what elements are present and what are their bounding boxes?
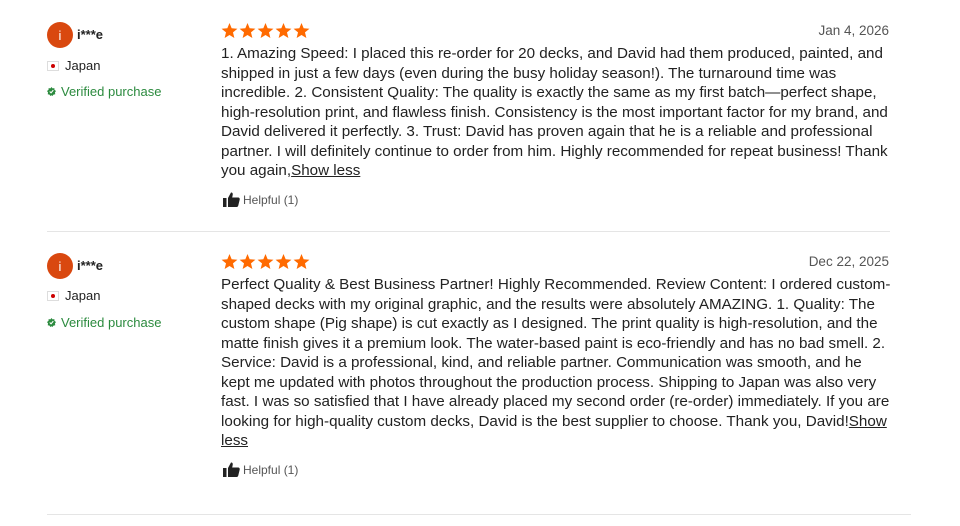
avatar: i: [47, 22, 73, 48]
reviewer-name: i***e: [77, 258, 104, 273]
japan-flag-icon: [47, 60, 59, 71]
reviewer-country: Japan: [47, 58, 100, 73]
japan-flag-icon: [47, 290, 59, 301]
star-icon: [221, 23, 238, 39]
verified-label: Verified purchase: [61, 84, 162, 99]
star-icon: [293, 254, 310, 270]
star-icon: [239, 254, 256, 270]
review-text: 1. Amazing Speed: I placed this re-order…: [221, 44, 891, 181]
verified-label: Verified purchase: [61, 315, 162, 330]
helpful-button[interactable]: Helpful (1): [223, 192, 298, 207]
country-label: Japan: [65, 288, 101, 303]
helpful-label: Helpful (1): [243, 462, 299, 477]
star-icon: [293, 23, 310, 39]
country-label: Japan: [65, 58, 101, 73]
verified-purchase-badge: Verified purchase: [47, 84, 161, 99]
thumbs-up-icon: [223, 192, 240, 207]
show-less-link[interactable]: Show less: [291, 162, 360, 179]
verified-icon: [47, 318, 56, 327]
review-text: Perfect Quality & Best Business Partner!…: [221, 275, 891, 451]
review-date: Dec 22, 2025: [808, 254, 889, 269]
avatar: i: [47, 253, 73, 279]
helpful-button[interactable]: Helpful (1): [223, 462, 298, 477]
review-body: 1. Amazing Speed: I placed this re-order…: [221, 45, 888, 179]
review-date: Jan 4, 2026: [818, 23, 889, 38]
verified-icon: [47, 87, 56, 96]
verified-purchase-badge: Verified purchase: [47, 315, 161, 330]
star-icon: [275, 254, 292, 270]
star-icon: [221, 254, 238, 270]
reviewer-country: Japan: [47, 288, 100, 303]
star-icon: [275, 23, 292, 39]
reviewer-name: i***e: [77, 27, 104, 42]
star-rating: [221, 23, 310, 39]
star-rating: [221, 254, 310, 270]
star-icon: [257, 254, 274, 270]
review-divider: [47, 514, 911, 515]
star-icon: [257, 23, 274, 39]
thumbs-up-icon: [223, 462, 240, 477]
star-icon: [239, 23, 256, 39]
review-divider: [47, 231, 890, 232]
review-body: Perfect Quality & Best Business Partner!…: [221, 276, 891, 430]
helpful-label: Helpful (1): [243, 192, 299, 207]
